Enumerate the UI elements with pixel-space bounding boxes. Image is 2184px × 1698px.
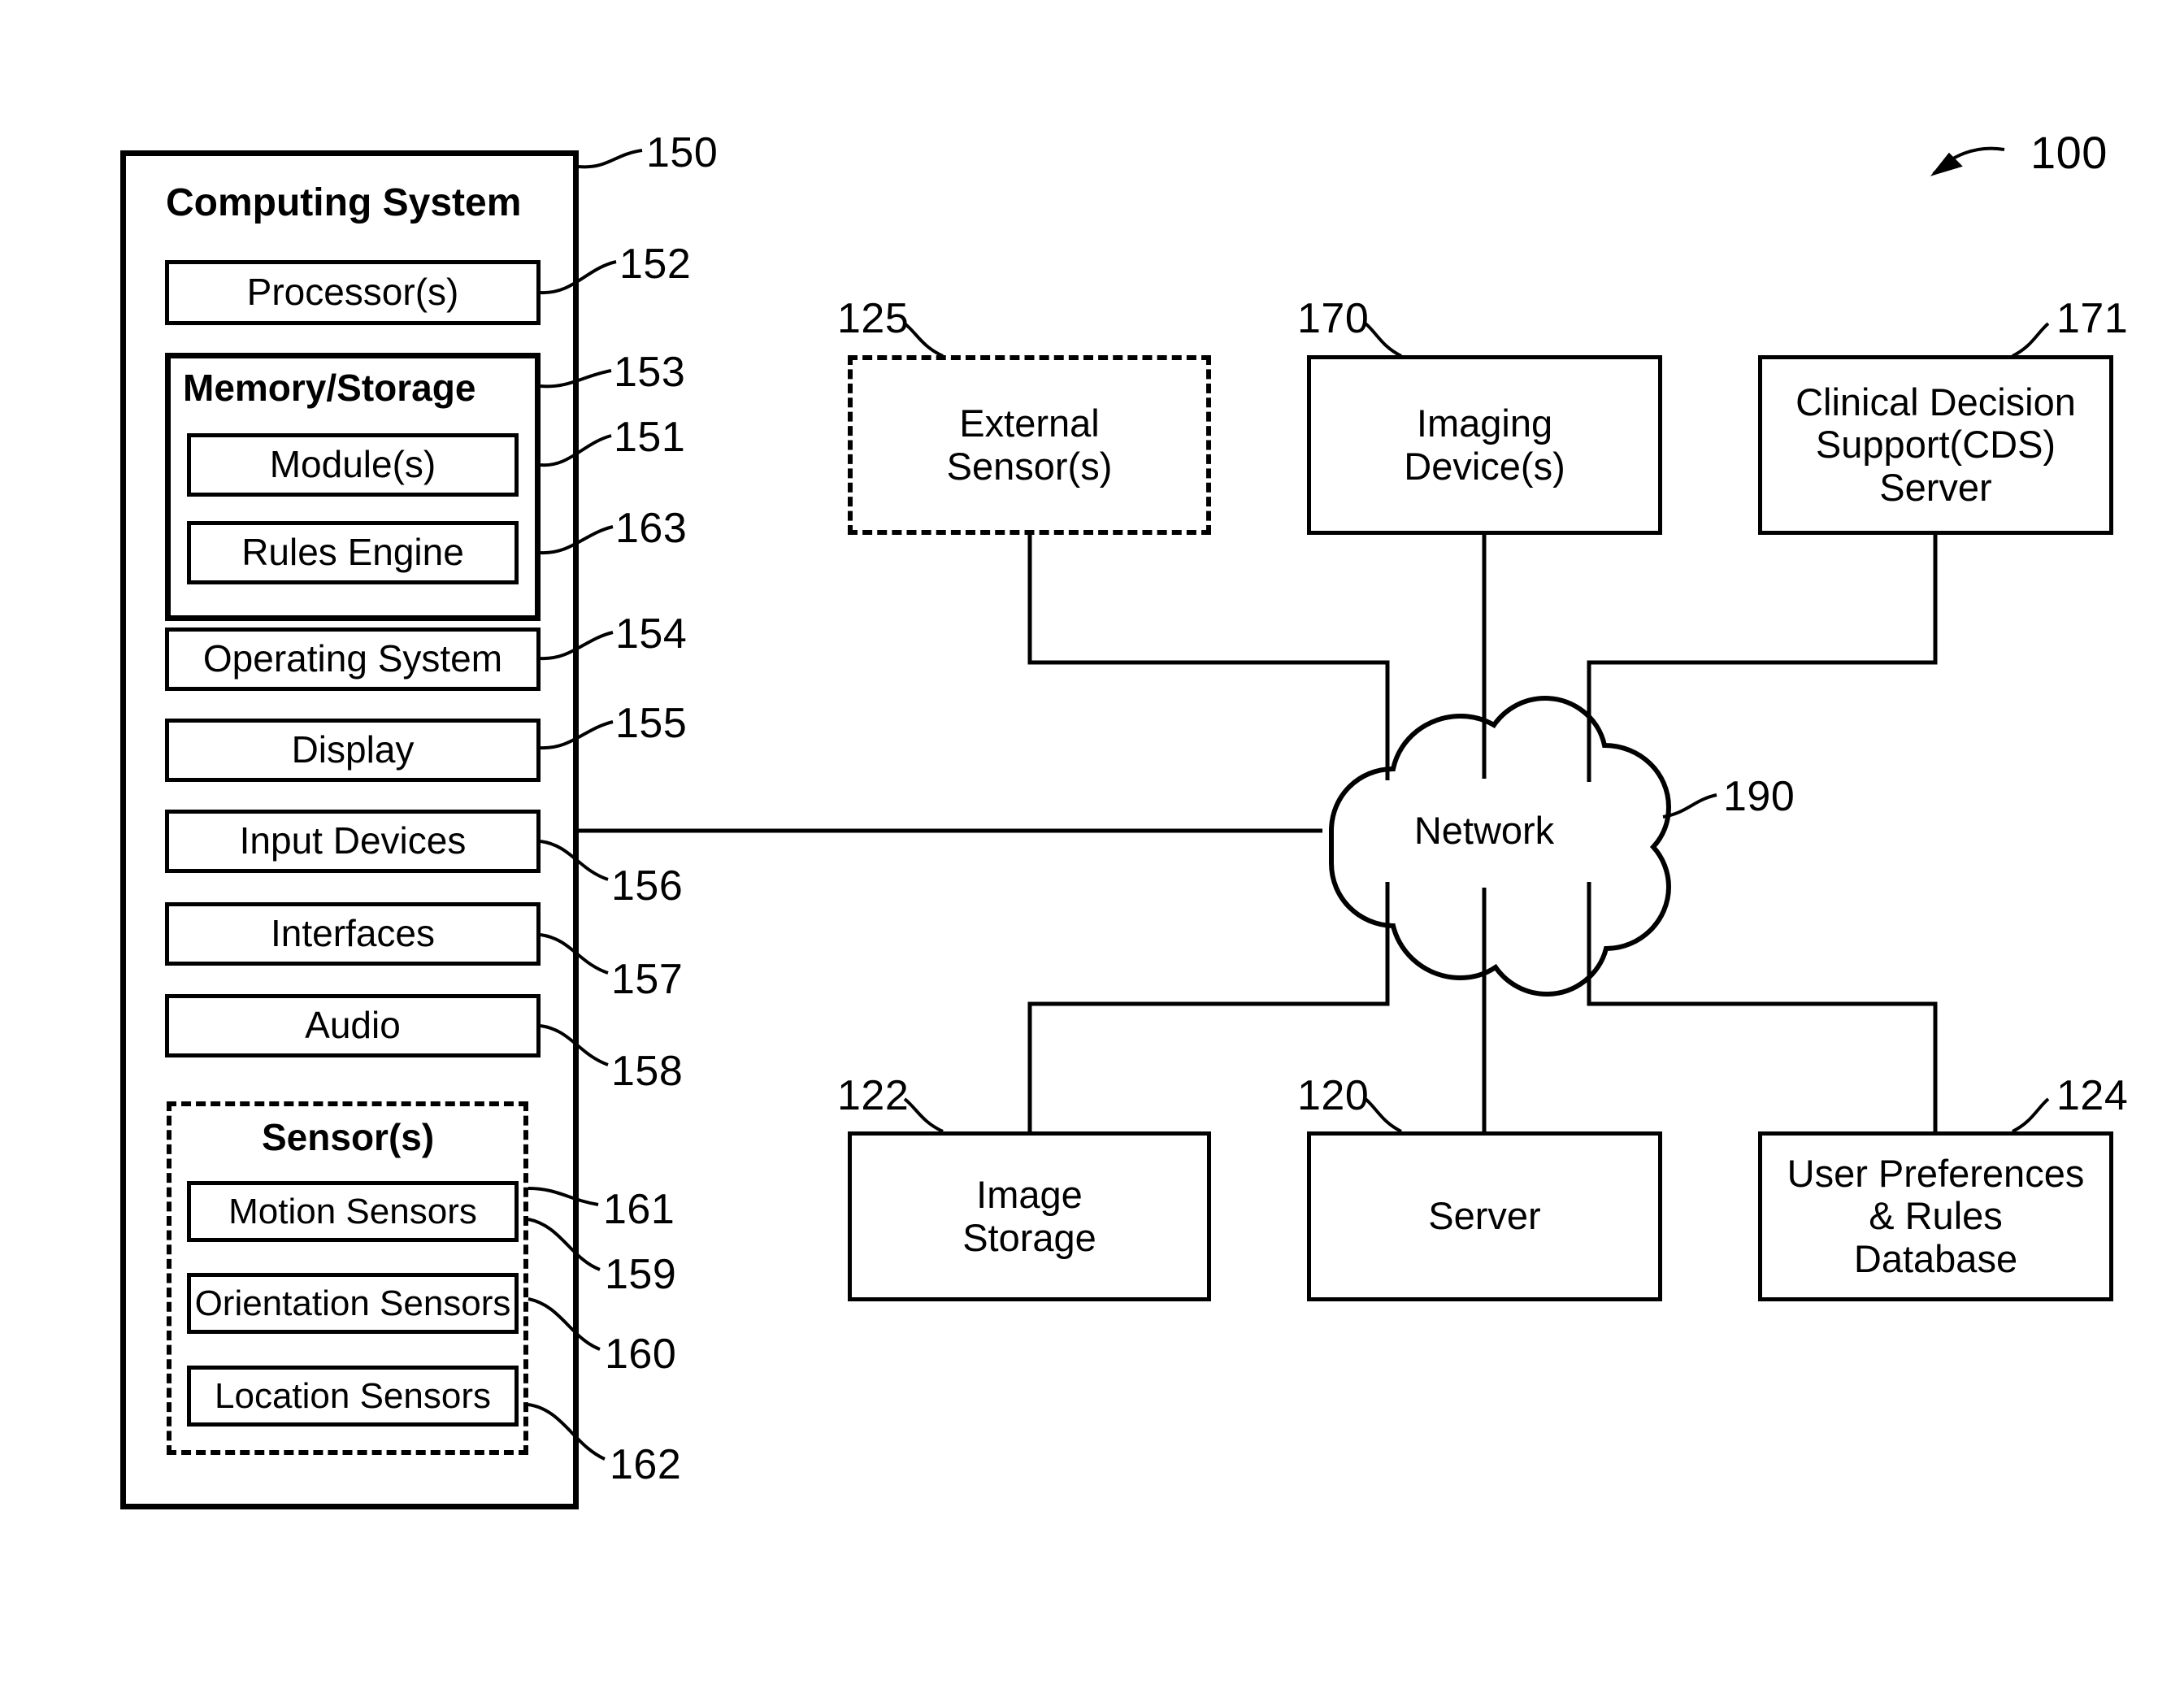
ref-151: 151: [614, 414, 686, 461]
modules-box: Module(s): [187, 433, 519, 497]
ref-124: 124: [2056, 1072, 2129, 1119]
user-prefs-db-box: User Preferences & Rules Database: [1758, 1131, 2113, 1301]
ref-150: 150: [646, 129, 719, 176]
ref-122: 122: [837, 1072, 910, 1119]
leader-171: [2012, 322, 2050, 358]
leader-125: [903, 322, 944, 358]
ref-120: 120: [1297, 1072, 1370, 1119]
patent-figure-diagram: 100 Computing System 150 Processor(s) 15…: [0, 0, 2184, 1698]
leader-124: [2012, 1097, 2050, 1133]
ref-154: 154: [615, 610, 688, 658]
audio-label: Audio: [305, 1004, 401, 1047]
leader-170: [1364, 322, 1402, 358]
ref-171: 171: [2056, 295, 2129, 342]
ref-153: 153: [614, 349, 686, 396]
ref-162: 162: [610, 1441, 682, 1488]
sensors-group-title: Sensor(s): [262, 1116, 435, 1158]
leader-150: [578, 149, 643, 169]
cds-server-box: Clinical Decision Support(CDS) Server: [1758, 355, 2113, 535]
ref-161: 161: [603, 1186, 675, 1233]
processor-box: Processor(s): [165, 260, 541, 325]
ref-156: 156: [611, 862, 684, 910]
audio-box: Audio: [165, 994, 541, 1057]
user-prefs-db-line-2: & Rules: [1869, 1194, 2003, 1238]
ref-125: 125: [837, 295, 910, 342]
processor-label: Processor(s): [246, 271, 459, 314]
input-devices-box: Input Devices: [165, 810, 541, 873]
cds-server-line-1: Clinical Decision: [1795, 380, 2076, 423]
rules-engine-box: Rules Engine: [187, 521, 519, 584]
imaging-devices-line-1: Imaging: [1416, 401, 1553, 445]
ref-157: 157: [611, 956, 684, 1003]
orientation-sensors-box: Orientation Sensors: [187, 1273, 519, 1334]
rules-engine-label: Rules Engine: [241, 531, 464, 574]
interfaces-label: Interfaces: [271, 912, 435, 955]
link-cds-server-to-network: [1587, 535, 1938, 782]
motion-sensors-box: Motion Sensors: [187, 1181, 519, 1242]
operating-system-box: Operating System: [165, 628, 541, 691]
modules-label: Module(s): [269, 443, 436, 486]
server-line-1: Server: [1428, 1194, 1541, 1238]
network-cloud: Network: [1364, 801, 1604, 862]
orientation-sensors-label: Orientation Sensors: [194, 1283, 511, 1323]
ref-170: 170: [1297, 295, 1370, 342]
operating-system-label: Operating System: [202, 637, 503, 680]
ref-163: 163: [615, 505, 688, 552]
ref-190: 190: [1723, 773, 1795, 820]
network-label: Network: [1413, 809, 1555, 853]
ref-155: 155: [615, 700, 688, 747]
external-sensors-line-1: External: [959, 401, 1100, 445]
leader-120: [1364, 1097, 1402, 1133]
figure-ref-100: 100: [2030, 127, 2108, 178]
ref-158: 158: [611, 1048, 684, 1095]
link-user-prefs-db-to-network: [1587, 882, 1938, 1131]
ref-160: 160: [605, 1331, 677, 1378]
cds-server-line-2: Support(CDS): [1815, 423, 2056, 467]
computing-system-title: Computing System: [166, 181, 522, 224]
user-prefs-db-line-3: Database: [1853, 1236, 2018, 1280]
motion-sensors-label: Motion Sensors: [228, 1191, 477, 1231]
image-storage-line-2: Storage: [962, 1215, 1096, 1259]
display-box: Display: [165, 719, 541, 782]
input-devices-label: Input Devices: [239, 819, 467, 862]
server-box: Server: [1307, 1131, 1662, 1301]
image-storage-box: Image Storage: [848, 1131, 1211, 1301]
location-sensors-box: Location Sensors: [187, 1366, 519, 1427]
memory-storage-title: Memory/Storage: [183, 367, 476, 409]
external-sensors-line-2: Sensor(s): [946, 444, 1113, 488]
cds-server-line-3: Server: [1879, 465, 1992, 509]
external-sensors-box: External Sensor(s): [848, 355, 1211, 535]
imaging-devices-line-2: Device(s): [1404, 444, 1565, 488]
location-sensors-label: Location Sensors: [215, 1375, 491, 1416]
user-prefs-db-line-1: User Preferences: [1787, 1151, 2085, 1195]
ref-159: 159: [605, 1251, 677, 1298]
imaging-devices-box: Imaging Device(s): [1307, 355, 1662, 535]
ref-152: 152: [619, 241, 692, 288]
image-storage-line-1: Image: [976, 1172, 1083, 1216]
display-label: Display: [291, 728, 415, 771]
interfaces-box: Interfaces: [165, 902, 541, 966]
link-external-sensors-to-network: [1027, 535, 1390, 780]
leader-122: [903, 1097, 944, 1133]
